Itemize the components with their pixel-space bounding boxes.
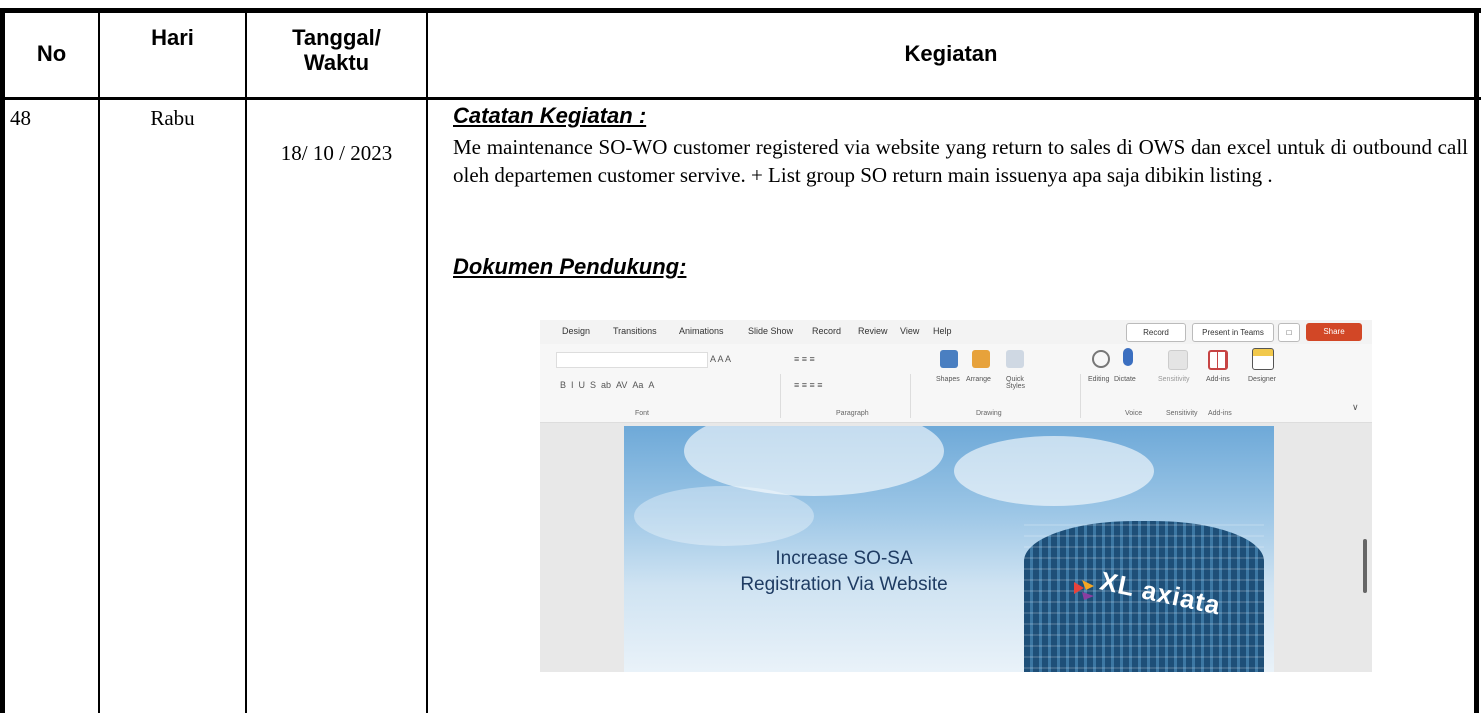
supporting-document-screenshot: Design Transitions Animations Slide Show… xyxy=(540,320,1372,672)
paragraph-align-icons: ≡ ≡ ≡ ≡ xyxy=(794,380,823,390)
group-paragraph-label: Paragraph xyxy=(836,410,869,417)
header-hari: Hari xyxy=(151,25,194,50)
table-left-border xyxy=(0,8,5,713)
group-addins-label: Add-ins xyxy=(1208,410,1232,417)
menu-animations: Animations xyxy=(679,326,724,336)
slide-title: Increase SO-SA Registration Via Website xyxy=(724,546,964,598)
menu-slide-show: Slide Show xyxy=(748,326,794,336)
present-in-teams-button: Present in Teams xyxy=(1192,323,1274,342)
header-no: No xyxy=(36,41,67,66)
addins-icon xyxy=(1208,350,1228,370)
font-name-box xyxy=(556,352,708,368)
cloud xyxy=(954,436,1154,506)
sensitivity-icon xyxy=(1168,350,1188,370)
group-voice-label: Voice xyxy=(1125,410,1143,417)
cloud xyxy=(634,486,814,546)
menu-review: Review xyxy=(858,326,888,336)
shapes-icon xyxy=(940,350,958,368)
col-divider-3 xyxy=(426,8,428,713)
menu-transitions: Transitions xyxy=(613,326,657,336)
group-drawing-label: Drawing xyxy=(976,410,1002,417)
sensitivity-label: Sensitivity xyxy=(1158,376,1190,383)
group-sensitivity-label: Sensitivity xyxy=(1166,410,1198,417)
editing-label: Editing xyxy=(1088,376,1110,383)
quick-styles-label: Quick Styles xyxy=(1006,376,1026,390)
table-right-border xyxy=(1474,8,1479,713)
dokumen-title: Dokumen Pendukung: xyxy=(453,254,687,279)
editing-icon xyxy=(1092,350,1110,368)
share-button: Share xyxy=(1306,323,1362,341)
menu-help: Help xyxy=(933,326,952,336)
header-tanggal-line1: Tanggal/ xyxy=(292,25,381,50)
ribbon-menubar: Design Transitions Animations Slide Show… xyxy=(540,320,1372,344)
separator xyxy=(910,374,911,418)
arrange-icon xyxy=(972,350,990,368)
ribbon-toolbar: B I U S ab AV Aa A A A A Font ≡ ≡ ≡ ≡ ≡ … xyxy=(540,344,1372,423)
comments-icon: □ xyxy=(1278,323,1300,342)
arrange-label: Arrange xyxy=(966,376,991,383)
font-size-icons: A A A xyxy=(710,354,732,364)
slide: Increase SO-SA Registration Via Website … xyxy=(624,426,1274,672)
scrollbar xyxy=(1363,539,1367,593)
header-tanggal-line2: Waktu xyxy=(303,50,370,75)
quick-styles-icon xyxy=(1006,350,1024,368)
row-tanggal: 18/ 10 / 2023 xyxy=(280,141,393,165)
slide-title-line1: Increase SO-SA xyxy=(775,548,913,569)
row-no: 48 xyxy=(10,106,31,130)
menu-design: Design xyxy=(562,326,591,336)
row-hari: Rabu xyxy=(150,106,195,130)
catatan-title: Catatan Kegiatan : xyxy=(453,103,647,128)
collapse-ribbon-icon: ∨ xyxy=(1352,402,1359,412)
col-divider-2 xyxy=(245,8,247,713)
designer-label: Designer xyxy=(1248,376,1277,383)
menu-record: Record xyxy=(812,326,842,336)
paragraph-list-icons: ≡ ≡ ≡ xyxy=(794,354,815,364)
header-kegiatan: Kegiatan xyxy=(904,41,998,66)
separator xyxy=(1080,374,1081,418)
catatan-text: Me maintenance SO-WO customer registered… xyxy=(453,135,1468,187)
shapes-label: Shapes xyxy=(936,376,960,383)
designer-icon xyxy=(1252,348,1274,370)
activity-table: No Hari Tanggal/ Waktu Kegiatan 48 Rabu … xyxy=(0,0,1481,713)
record-button: Record xyxy=(1126,323,1186,342)
addins-label: Add-ins xyxy=(1206,376,1230,383)
menu-view: View xyxy=(900,326,920,336)
header-bottom-border xyxy=(0,97,1481,100)
table-top-border xyxy=(0,8,1481,13)
slide-title-line2: Registration Via Website xyxy=(740,574,948,595)
dictate-label: Dictate xyxy=(1114,376,1136,383)
group-font-label: Font xyxy=(635,410,650,417)
slide-canvas: Increase SO-SA Registration Via Website … xyxy=(540,423,1372,672)
font-format-icons: B I U S ab AV Aa A xyxy=(560,380,655,390)
dictate-icon xyxy=(1123,348,1133,366)
xl-logo-icon xyxy=(1074,580,1094,600)
separator xyxy=(780,374,781,418)
